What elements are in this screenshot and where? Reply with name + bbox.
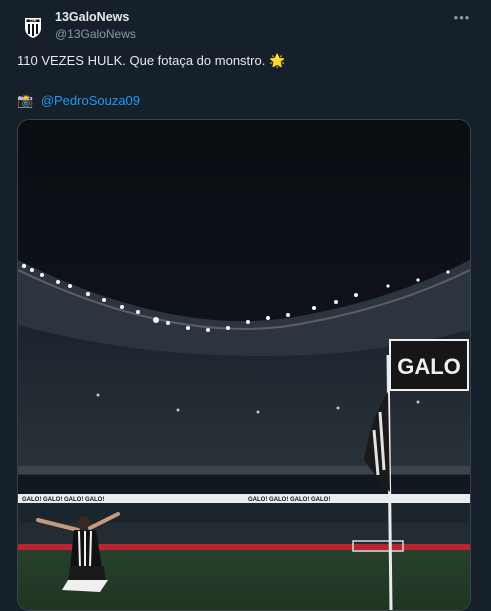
flag-text: GALO <box>397 354 461 379</box>
mention-link[interactable]: @PedroSouza09 <box>41 93 140 108</box>
tweet-card: CAM 13GaloNews @13GaloNews ••• 110 VEZES… <box>0 0 491 611</box>
avatar[interactable]: CAM <box>17 11 49 43</box>
more-options-button[interactable]: ••• <box>452 10 472 25</box>
camera-icon: 📸 <box>17 93 34 108</box>
tweet-photo[interactable]: GALO! GALO! GALO! GALO! GALO! GALO! GALO… <box>17 119 471 611</box>
account-handle[interactable]: @13GaloNews <box>55 27 136 41</box>
board-text-left: GALO! GALO! GALO! GALO! <box>22 497 104 503</box>
board-text-right: GALO! GALO! GALO! GALO! <box>248 497 330 503</box>
tweet-text: 110 VEZES HULK. Que fotaça do monstro. 🌟 <box>17 53 286 68</box>
club-crest-icon: CAM <box>17 11 49 43</box>
avatar-text: CAM <box>30 19 37 23</box>
photo-credit: 📸 @PedroSouza09 <box>17 93 140 109</box>
stadium-photo: GALO! GALO! GALO! GALO! GALO! GALO! GALO… <box>18 120 470 610</box>
account-name[interactable]: 13GaloNews <box>55 10 129 24</box>
